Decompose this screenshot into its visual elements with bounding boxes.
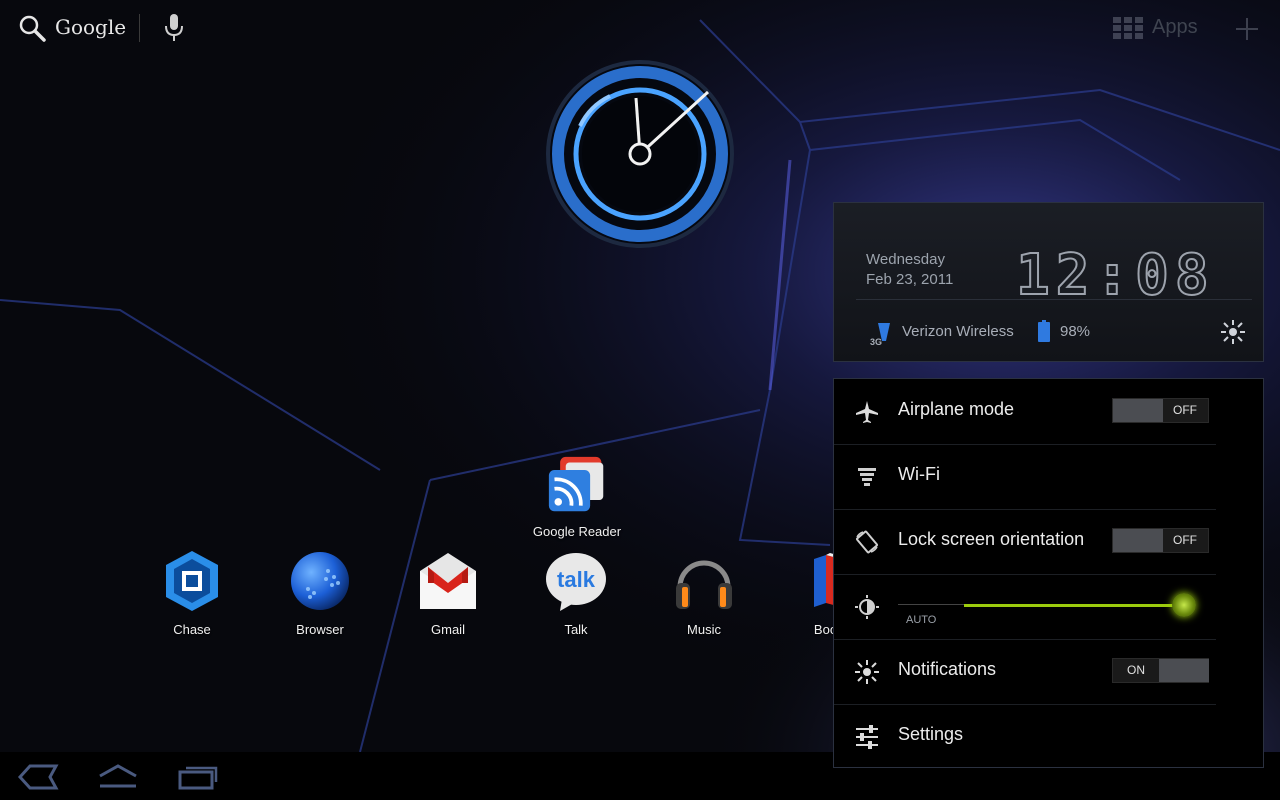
battery-percent: 98% [1060,323,1091,340]
talk-glyph-text: talk [557,567,596,592]
wifi-row[interactable]: Wi-Fi [834,444,1216,510]
search-icon[interactable] [18,14,46,42]
brightness-track-inactive [898,604,964,605]
add-icon[interactable] [1234,16,1260,42]
app-browser[interactable]: Browser [265,549,375,637]
day-of-week: Wednesday [866,251,945,268]
divider [856,299,1252,300]
apps-button[interactable]: Apps [1152,16,1198,39]
wifi-icon [858,468,876,486]
brightness-row: AUTO [834,574,1216,640]
talk-icon: talk [546,553,606,611]
status-panel[interactable]: Wednesday Feb 23, 2011 12:08 3G Verizon … [833,202,1264,362]
app-google-reader[interactable]: Google Reader [522,455,632,539]
auto-brightness-label[interactable]: AUTO [906,614,936,626]
quick-settings-panel: Airplane mode OFF Wi-Fi Lock screen orie… [833,378,1264,768]
notifications-toggle[interactable]: ON [1112,658,1209,683]
app-talk[interactable]: talk Talk [521,549,631,637]
app-label: Google Reader [532,524,622,539]
home-icon[interactable] [96,762,140,792]
chase-icon [166,551,218,611]
toggle-knob [1113,529,1163,552]
app-label: Talk [564,622,588,637]
airplane-mode-label: Airplane mode [898,399,1015,419]
google-reader-icon [548,456,604,512]
settings-label: Settings [898,724,964,744]
brightness-icon [855,595,879,619]
settings-sliders-icon [856,725,878,749]
settings-row[interactable]: Settings [834,704,1216,769]
app-chase[interactable]: Chase [137,549,247,637]
airplane-icon [856,401,878,423]
app-label: Browser [296,622,344,637]
brightness-slider-thumb[interactable] [1172,593,1197,617]
analog-clock-widget[interactable] [540,56,740,252]
orientation-lock-row[interactable]: Lock screen orientation OFF [834,509,1216,575]
carrier-name: Verizon Wireless [902,323,1014,340]
network-type: 3G [870,337,882,345]
apps-grid-icon[interactable] [1113,17,1143,39]
brightness-icon[interactable] [1220,319,1246,345]
orientation-lock-toggle[interactable]: OFF [1112,528,1209,553]
signal-icon: 3G [870,323,890,345]
browser-icon [291,552,349,610]
airplane-mode-toggle[interactable]: OFF [1112,398,1209,423]
wifi-label: Wi-Fi [898,464,940,484]
app-gmail[interactable]: Gmail [393,549,503,637]
microphone-icon[interactable] [162,12,186,44]
app-label: Music [687,622,721,637]
google-search-label[interactable]: Google [55,15,126,39]
app-label: Gmail [431,622,465,637]
orientation-lock-label: Lock screen orientation [898,529,1085,549]
airplane-mode-row[interactable]: Airplane mode OFF [834,379,1216,445]
toggle-state: OFF [1173,533,1197,547]
music-icon [676,560,732,609]
top-bar: Google Apps [0,0,1280,56]
notifications-row[interactable]: Notifications ON [834,639,1216,705]
toggle-knob [1113,399,1163,422]
app-label: Chase [173,622,211,637]
date-label: Feb 23, 2011 [866,271,954,288]
gmail-icon [420,553,476,609]
back-icon[interactable] [16,762,60,792]
rotation-icon [856,530,878,554]
toggle-knob [1159,659,1209,682]
divider [139,14,140,42]
toggle-state: ON [1127,663,1145,677]
brightness-slider-track[interactable] [964,604,1185,607]
notifications-icon [855,660,879,684]
battery-icon [1038,320,1050,342]
toggle-state: OFF [1173,403,1197,417]
recent-apps-icon[interactable] [176,762,220,792]
notifications-label: Notifications [898,659,997,679]
app-music[interactable]: Music [649,549,759,637]
